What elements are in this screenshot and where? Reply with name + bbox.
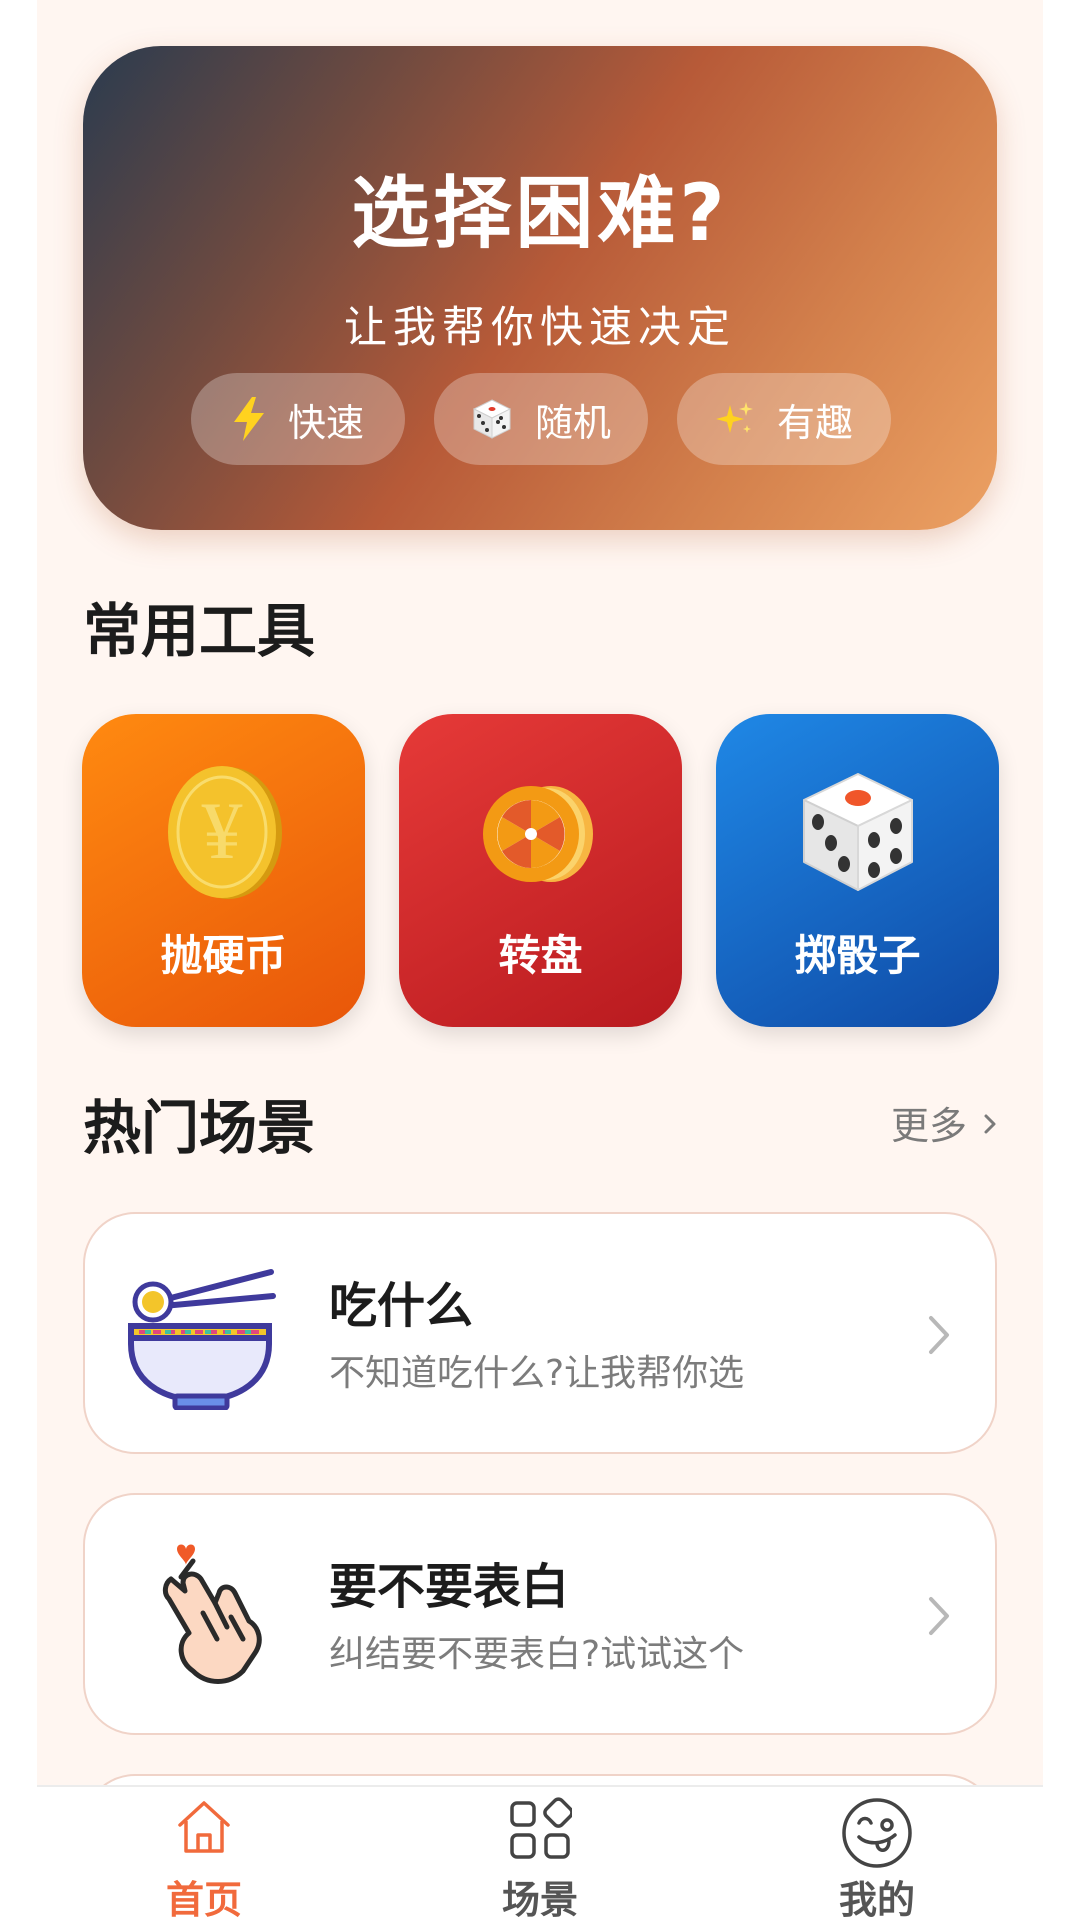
- tab-profile[interactable]: 我的: [777, 1787, 977, 1920]
- more-link[interactable]: 更多: [891, 1095, 997, 1150]
- svg-text:¥: ¥: [201, 785, 242, 876]
- scene-card-confess[interactable]: 要不要表白 纠结要不要表白?试试这个: [83, 1493, 997, 1735]
- home-icon: [174, 1797, 234, 1861]
- tab-home[interactable]: 首页: [104, 1787, 304, 1920]
- chevron-right-icon: [927, 1314, 951, 1360]
- tab-profile-label: 我的: [838, 1878, 915, 1920]
- sparkles-icon: [715, 399, 755, 439]
- wheel-icon: [481, 784, 601, 888]
- tool-wheel[interactable]: 转盘: [399, 714, 682, 1027]
- tag-fun-label: 有趣: [776, 400, 853, 445]
- tag-fast[interactable]: 快速: [191, 373, 405, 465]
- scene-description: 不知道吃什么?让我帮你选: [329, 1353, 745, 1394]
- more-label: 更多: [890, 1104, 967, 1148]
- smiley-icon: [841, 1797, 913, 1873]
- grid-icon: [508, 1797, 574, 1865]
- lightning-icon: [232, 397, 266, 441]
- scene-card-what-to-eat[interactable]: 吃什么 不知道吃什么?让我帮你选: [83, 1212, 997, 1454]
- scene-description: 纠结要不要表白?试试这个: [329, 1634, 745, 1675]
- tool-wheel-label: 转盘: [498, 931, 583, 980]
- hero-banner: 选择困难? 让我帮你快速决定 快速 随机 有趣: [83, 46, 997, 530]
- dice-icon: [471, 398, 513, 440]
- dice-icon: [798, 770, 918, 898]
- tool-dice[interactable]: 掷骰子: [716, 714, 999, 1027]
- hero-subtitle: 让我帮你快速决定: [344, 303, 736, 353]
- scene-title: 要不要表白: [329, 1559, 570, 1615]
- app-screen: 选择困难? 让我帮你快速决定 快速 随机 有趣 常用工具 ¥ 抛硬币 转盘 掷骰…: [37, 0, 1043, 1920]
- tab-scenes[interactable]: 场景: [440, 1787, 640, 1920]
- coin-icon: ¥: [164, 762, 284, 906]
- tag-random-label: 随机: [534, 400, 611, 445]
- tag-fast-label: 快速: [287, 400, 364, 445]
- finger-heart-icon: [159, 1543, 269, 1697]
- scenes-section-title: 热门场景: [83, 1094, 316, 1162]
- tools-section-title: 常用工具: [83, 597, 316, 665]
- chevron-right-icon: [983, 1101, 997, 1145]
- tool-dice-label: 掷骰子: [794, 931, 921, 980]
- chevron-right-icon: [927, 1595, 951, 1641]
- tab-home-label: 首页: [165, 1878, 242, 1920]
- tag-fun[interactable]: 有趣: [677, 373, 891, 465]
- noodle-bowl-icon: [127, 1260, 277, 1414]
- scene-title: 吃什么: [329, 1278, 474, 1334]
- tool-coin-flip[interactable]: ¥ 抛硬币: [82, 714, 365, 1027]
- tag-random[interactable]: 随机: [434, 373, 648, 465]
- bottom-tab-bar: 首页 场景 我的: [37, 1785, 1043, 1920]
- tool-coin-label: 抛硬币: [160, 931, 287, 980]
- hero-title: 选择困难?: [351, 169, 729, 259]
- hero-tags: 快速 随机 有趣: [191, 373, 891, 465]
- tab-scenes-label: 场景: [501, 1878, 578, 1920]
